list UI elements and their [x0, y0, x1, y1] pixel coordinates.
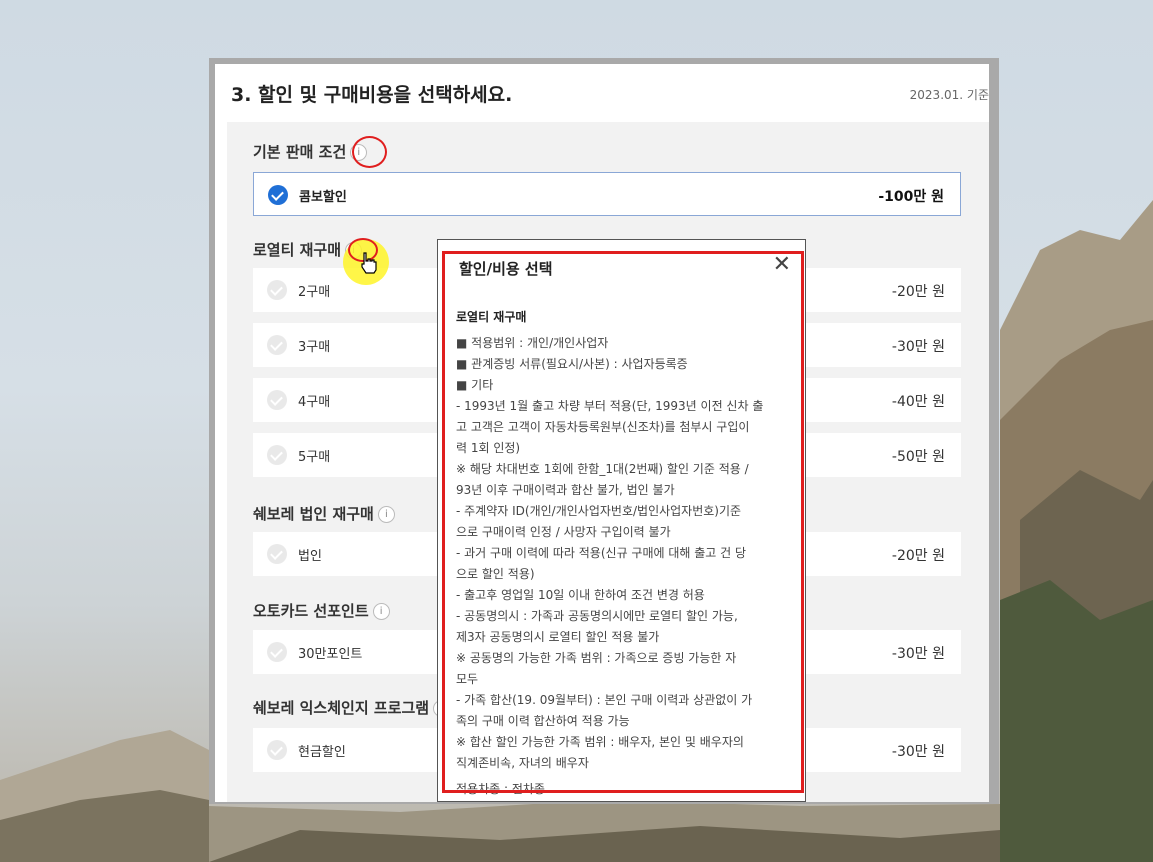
info-icon[interactable]: i — [372, 603, 390, 620]
option-label: 법인 — [298, 549, 322, 564]
page-header: 3. 할인 및 구매비용을 선택하세요. 2023.01. 기준 — [215, 64, 989, 120]
modal-body: ■ 적용범위 : 개인/개인사업자 ■ 관계증빙 서류(필요시/사본) : 사업… — [456, 333, 786, 774]
section-label: 기본 판매 조건 — [253, 143, 347, 161]
section-title-exchange: 쉐보레 익스체인지 프로그램i — [253, 697, 451, 718]
option-price: -30만 원 — [891, 744, 945, 760]
modal-line: 제3자 공동명의시 로열티 할인 적용 불가 — [456, 630, 660, 644]
section-label: 쉐보레 법인 재구매 — [253, 505, 374, 523]
option-price: -20만 원 — [891, 284, 945, 300]
modal-line: 93년 이후 구매이력과 합산 불가, 법인 불가 — [456, 483, 675, 497]
discount-info-modal: 할인/비용 선택 ✕ 로열티 재구매 ■ 적용범위 : 개인/개인사업자 ■ 관… — [437, 239, 806, 802]
page-title: 3. 할인 및 구매비용을 선택하세요. — [231, 84, 513, 106]
option-label: 현금할인 — [298, 745, 346, 760]
modal-line: ※ 합산 할인 가능한 가족 범위 : 배우자, 본인 및 배우자의 — [456, 735, 744, 749]
modal-title: 할인/비용 선택 — [459, 260, 553, 278]
modal-line: 족의 구매 이력 합산하여 적용 가능 — [456, 714, 630, 728]
check-icon — [267, 280, 287, 300]
check-icon — [268, 185, 288, 205]
section-label: 로열티 재구매 — [253, 241, 342, 259]
option-price: -40만 원 — [891, 394, 945, 410]
check-icon — [267, 390, 287, 410]
option-price: -30만 원 — [891, 339, 945, 355]
section-title-corporate: 쉐보레 법인 재구매 i — [253, 503, 395, 524]
section-title-basic: 기본 판매 조건 i — [253, 141, 368, 162]
check-icon — [267, 544, 287, 564]
modal-line: - 출고후 영업일 10일 이내 한하여 조건 변경 허용 — [456, 588, 705, 602]
info-icon[interactable]: i — [377, 506, 395, 523]
hand-cursor-icon — [361, 252, 377, 274]
section-title-autocard: 오토카드 선포인트 i — [253, 600, 390, 621]
option-label: 3구매 — [298, 340, 331, 355]
option-price: -100만 원 — [878, 189, 944, 205]
modal-line: 직계존비속, 자녀의 배우자 — [456, 756, 589, 770]
modal-subtitle: 로열티 재구매 — [456, 310, 527, 324]
modal-line: ■ 적용범위 : 개인/개인사업자 — [456, 336, 609, 350]
modal-line: - 공동명의시 : 가족과 공동명의시에만 로열티 할인 가능, — [456, 609, 738, 623]
modal-line: 으로 할인 적용) — [456, 567, 535, 581]
close-icon[interactable]: ✕ — [773, 252, 791, 277]
modal-line: ※ 공동명의 가능한 가족 범위 : 가족으로 증빙 가능한 자 — [456, 651, 737, 665]
modal-line: 력 1회 인정) — [456, 441, 521, 455]
option-label: 콤보할인 — [299, 190, 347, 205]
option-label: 5구매 — [298, 450, 331, 465]
modal-line: ■ 기타 — [456, 378, 494, 392]
option-label: 30만포인트 — [298, 647, 363, 662]
modal-line: - 가족 합산(19. 09월부터) : 본인 구매 이력과 상관없이 가 — [456, 693, 753, 707]
modal-line: 모두 — [456, 672, 479, 686]
option-price: -20만 원 — [891, 548, 945, 564]
modal-line: 고 고객은 고객이 자동차등록원부(신조차)를 첨부시 구입이 — [456, 420, 750, 434]
section-label: 오토카드 선포인트 — [253, 602, 369, 620]
option-price: -30만 원 — [891, 646, 945, 662]
modal-line: ■ 관계증빙 서류(필요시/사본) : 사업자등록증 — [456, 357, 688, 371]
check-icon — [267, 740, 287, 760]
modal-line: 으로 구매이력 인정 / 사망자 구입이력 불가 — [456, 525, 671, 539]
option-label: 4구매 — [298, 395, 331, 410]
modal-line: ※ 해당 차대번호 1회에 한함_1대(2번째) 할인 기준 적용 / — [456, 462, 749, 476]
option-combo[interactable]: 콤보할인 -100만 원 — [253, 172, 961, 216]
modal-line: - 1993년 1월 출고 차량 부터 적용(단, 1993년 이전 신차 출 — [456, 399, 764, 413]
section-label: 쉐보레 익스체인지 프로그램 — [253, 699, 430, 717]
check-icon — [267, 642, 287, 662]
modal-line: - 과거 구매 이력에 따라 적용(신규 구매에 대해 출고 건 당 — [456, 546, 747, 560]
check-icon — [267, 445, 287, 465]
date-note: 2023.01. 기준 — [909, 88, 989, 102]
modal-line: - 주계약자 ID(개인/개인사업자번호/법인사업자번호)기준 — [456, 504, 742, 518]
option-price: -50만 원 — [891, 449, 945, 465]
modal-footer: 적용차종 : 전차종 — [456, 782, 545, 796]
option-label: 2구매 — [298, 285, 331, 300]
check-icon — [267, 335, 287, 355]
highlight-circle — [352, 136, 387, 168]
